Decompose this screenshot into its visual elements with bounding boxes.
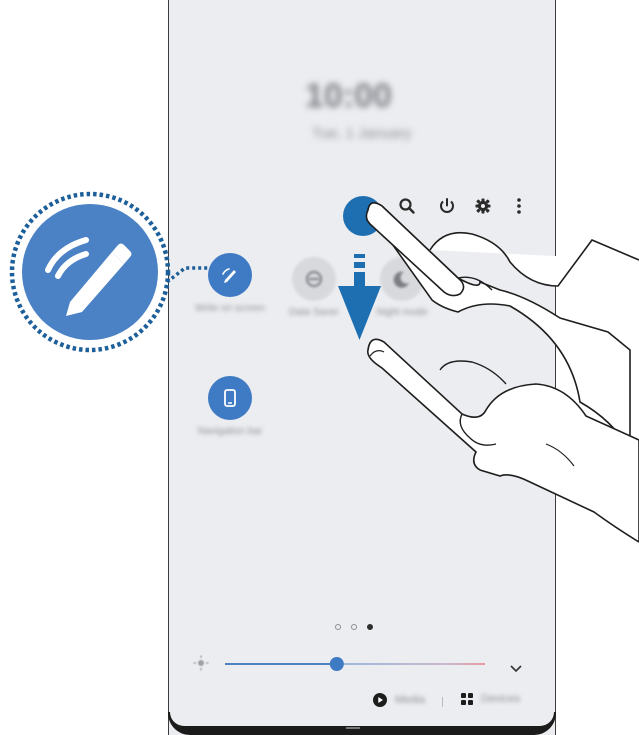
- date-text: Tue, 1 January: [312, 125, 412, 142]
- devices-button[interactable]: Devices: [461, 693, 520, 705]
- page-dot[interactable]: [351, 624, 357, 630]
- navigation-bar-icon: [224, 389, 236, 407]
- tile-label-write-on-screen: Write on screen: [195, 303, 265, 314]
- tile-label-navigation-bar: Navigation bar: [197, 426, 263, 437]
- page-indicator: [335, 624, 373, 630]
- sun-icon: [193, 655, 209, 676]
- page-dot-active[interactable]: [367, 624, 373, 630]
- callout-connector: [165, 266, 209, 284]
- brightness-thumb[interactable]: [329, 657, 344, 671]
- home-indicator: [346, 727, 360, 729]
- brightness-slider[interactable]: [225, 656, 485, 672]
- phone-bottom-bezel: [168, 712, 556, 735]
- callout-magnifier: [9, 191, 171, 353]
- data-saver-icon: [306, 271, 322, 287]
- media-label: Media: [395, 694, 425, 706]
- page-dot[interactable]: [335, 624, 341, 630]
- media-button[interactable]: Media: [373, 693, 425, 707]
- tile-navigation-bar[interactable]: [208, 376, 252, 420]
- expand-chevron-icon[interactable]: [510, 660, 522, 678]
- pen-icon: [222, 268, 236, 283]
- devices-label: Devices: [481, 693, 521, 705]
- clock-text: 10:00: [305, 77, 392, 115]
- play-icon: [373, 693, 387, 707]
- divider: [442, 697, 443, 707]
- tile-write-on-screen[interactable]: [208, 253, 252, 297]
- swipe-down-gesture: [338, 196, 639, 543]
- grid-icon: [461, 693, 473, 705]
